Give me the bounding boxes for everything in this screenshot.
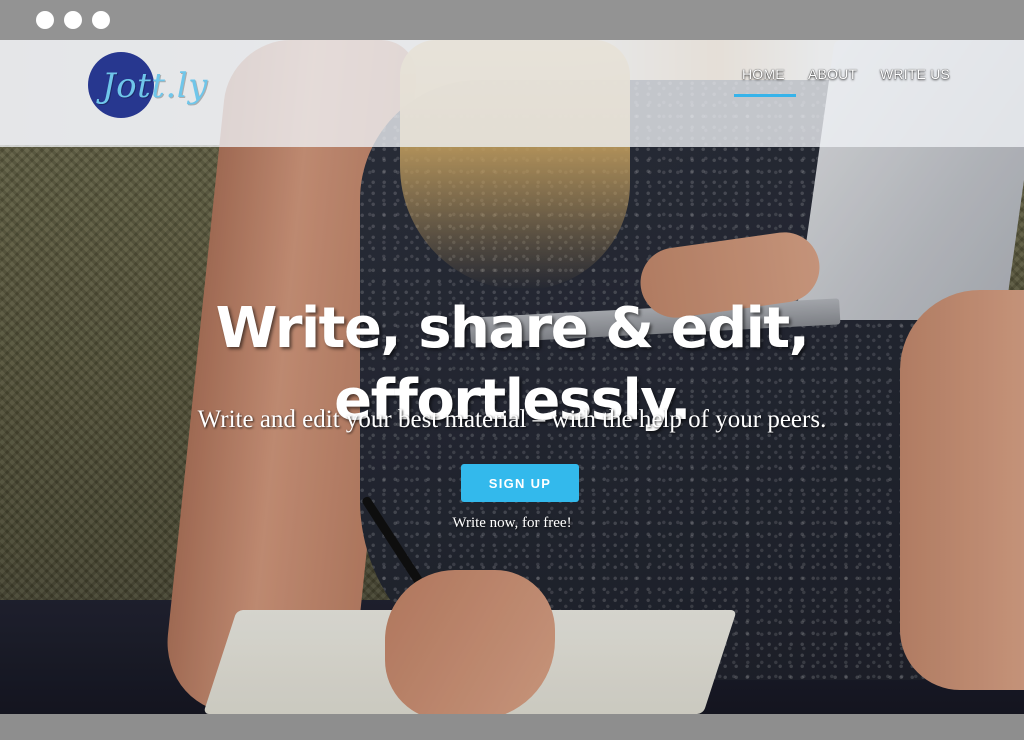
- window-bottom-bar: [0, 714, 1024, 740]
- nav-item-home[interactable]: HOME: [742, 66, 785, 82]
- page-viewport: Jott.ly HOME ABOUT WRITE US Write, share…: [0, 40, 1024, 714]
- hero-subtitle: Write and edit your best material – with…: [197, 406, 827, 433]
- nav-active-indicator: [734, 94, 796, 97]
- logo-text: Jott.ly: [102, 66, 208, 106]
- window-control-dot-2[interactable]: [64, 11, 82, 29]
- nav-item-write-us[interactable]: WRITE US: [880, 66, 950, 82]
- hero-note: Write now, for free!: [452, 515, 572, 531]
- browser-window: Jott.ly HOME ABOUT WRITE US Write, share…: [0, 0, 1024, 740]
- window-control-dot-3[interactable]: [92, 11, 110, 29]
- window-control-dot-1[interactable]: [36, 11, 54, 29]
- window-titlebar: [0, 0, 1024, 40]
- hero-title-line-1: Write, share & edit,: [215, 295, 810, 361]
- site-header: Jott.ly HOME ABOUT WRITE US: [0, 40, 1024, 147]
- brand-logo[interactable]: Jott.ly: [88, 52, 228, 122]
- signup-button[interactable]: SIGN UP: [461, 464, 579, 502]
- nav-item-about[interactable]: ABOUT: [808, 66, 857, 82]
